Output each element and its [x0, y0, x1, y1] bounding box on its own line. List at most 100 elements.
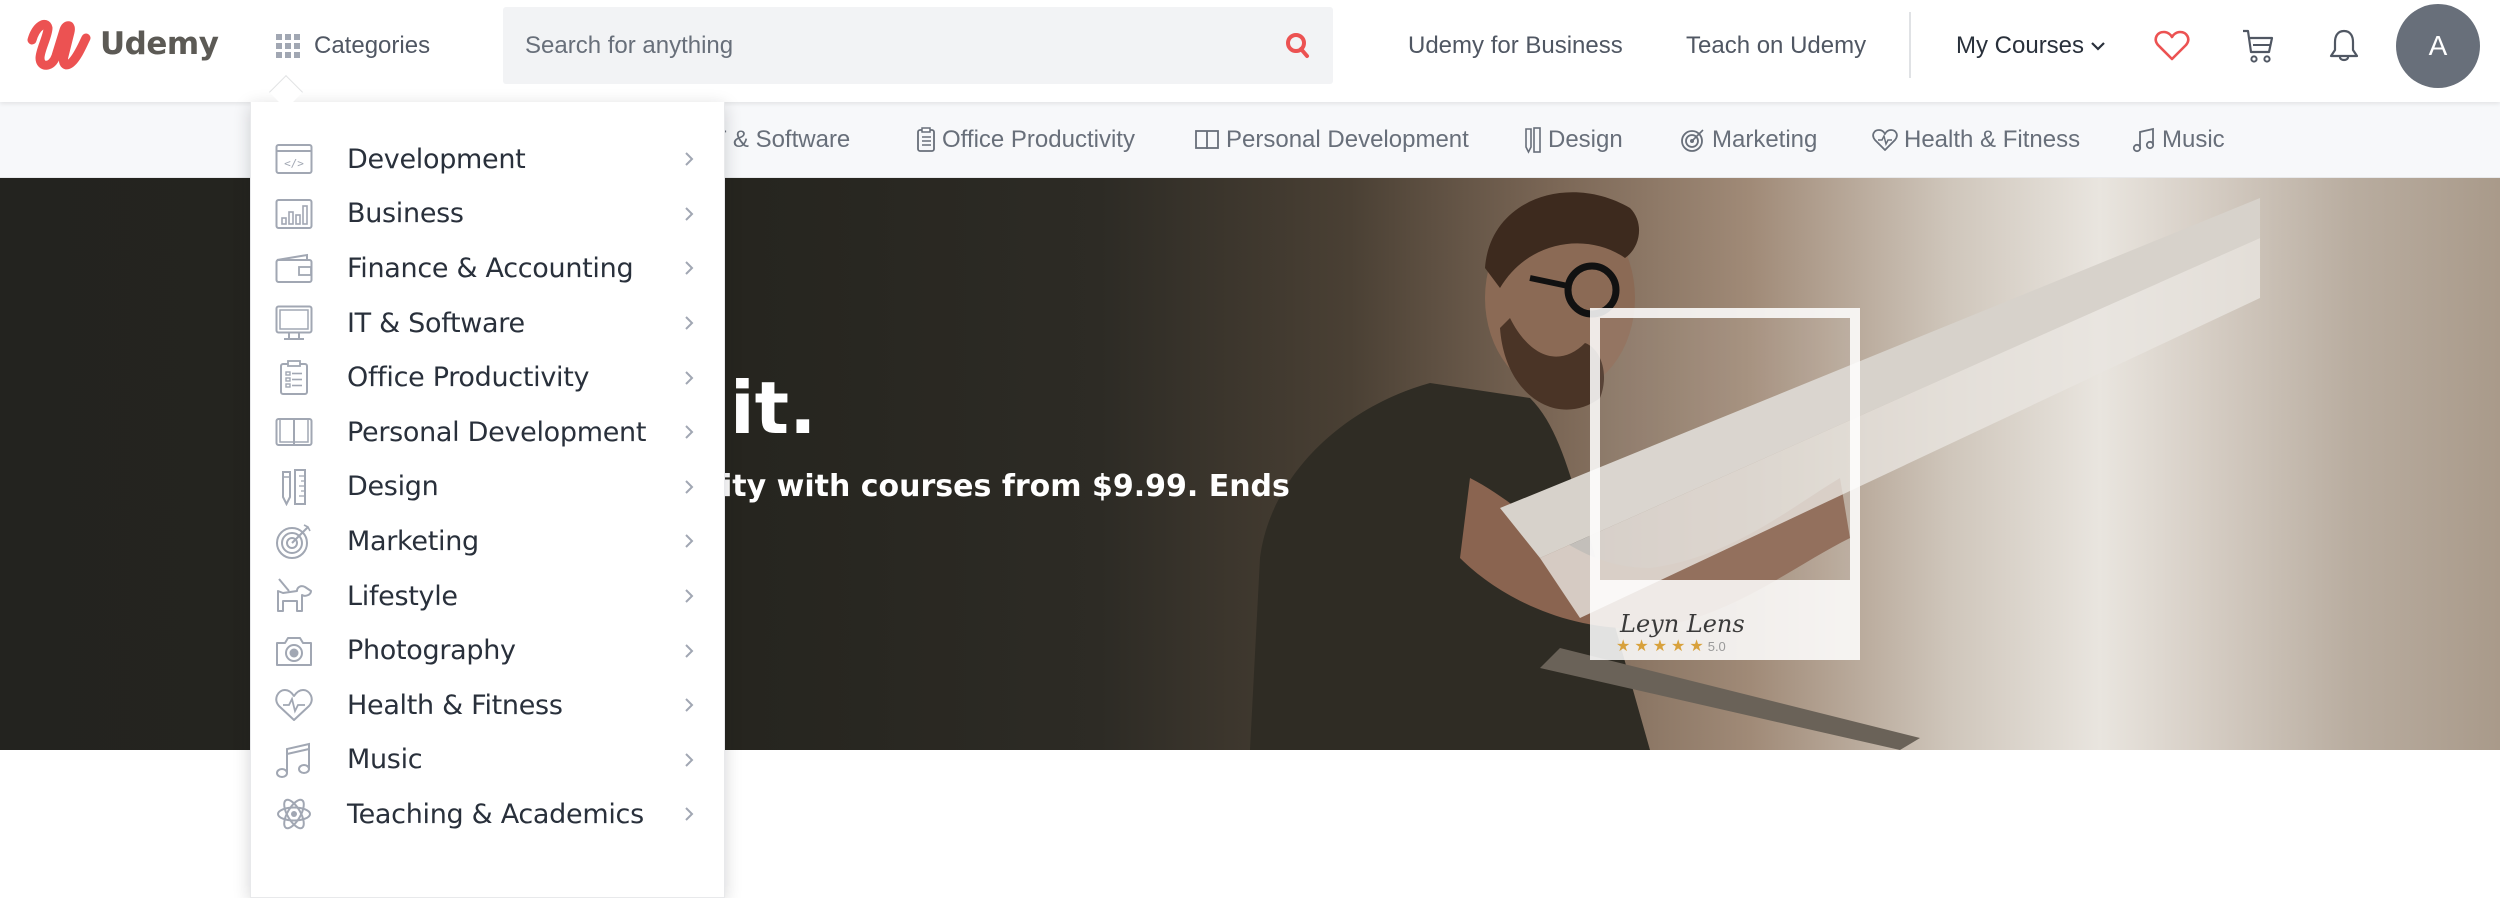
top-header: Udemy Categories Udemy for Business Teac…: [0, 0, 2500, 102]
category-item-it-software[interactable]: IT & Software: [251, 296, 724, 351]
subnav-item-label: Personal Development: [1226, 126, 1469, 153]
category-label: Photography: [347, 635, 516, 667]
music-note-icon: [2132, 127, 2155, 153]
clipboard-icon: [275, 359, 313, 397]
polaroid-card: Leyn Lens ★ ★ ★ ★ ★ 5.0: [1590, 308, 1860, 660]
code-window-icon: </>: [275, 140, 313, 178]
category-label: Lifestyle: [347, 580, 458, 612]
heart-pulse-icon: [1872, 129, 1898, 151]
bar-chart-icon: [275, 195, 313, 233]
pencil-ruler-icon: [275, 468, 313, 506]
hero-title: it.: [730, 366, 817, 450]
notifications-button[interactable]: [2322, 22, 2366, 70]
star-icon: ★: [1616, 638, 1631, 655]
atom-icon: [275, 795, 313, 833]
rating-value: 5.0: [1707, 638, 1726, 654]
chevron-right-icon: [685, 207, 694, 221]
target-icon: [275, 522, 313, 560]
music-note-icon: [275, 741, 313, 779]
subnav-item-health-fitness[interactable]: Health & Fitness: [1872, 102, 2080, 178]
category-item-development[interactable]: </> Development: [251, 132, 724, 187]
user-avatar[interactable]: A: [2396, 4, 2480, 88]
chevron-right-icon: [685, 753, 694, 767]
subnav-item-music[interactable]: Music: [2132, 102, 2225, 178]
category-item-health-fitness[interactable]: Health & Fitness: [251, 678, 724, 733]
categories-label: Categories: [314, 32, 431, 59]
clipboard-icon: [917, 127, 935, 152]
chevron-right-icon: [685, 698, 694, 712]
category-item-design[interactable]: Design: [251, 460, 724, 515]
category-item-music[interactable]: Music: [251, 733, 724, 788]
categories-button[interactable]: Categories: [276, 22, 430, 70]
bell-icon: [2329, 29, 2359, 62]
udemy-for-business-link[interactable]: Udemy for Business: [1408, 26, 1623, 66]
chevron-down-icon: [2091, 42, 2105, 51]
wallet-icon: [275, 249, 313, 287]
category-item-office-productivity[interactable]: Office Productivity: [251, 350, 724, 405]
categories-dropdown: </> Development Business Finance & Accou…: [250, 102, 725, 898]
camera-icon: [275, 632, 313, 670]
subnav-item-it-software[interactable]: T & Software: [712, 102, 850, 178]
chevron-right-icon: [685, 480, 694, 494]
cart-icon: [2243, 29, 2274, 63]
star-icon: ★: [1689, 638, 1704, 655]
category-item-finance-accounting[interactable]: Finance & Accounting: [251, 241, 724, 296]
book-icon: [1195, 130, 1219, 149]
subnav-item-label: Health & Fitness: [1904, 126, 2081, 153]
pencil-ruler-icon: [1525, 127, 1541, 154]
svg-text:</>: </>: [284, 157, 304, 170]
subnav-item-design[interactable]: Design: [1524, 102, 1623, 178]
my-courses-button[interactable]: My Courses: [1956, 26, 2106, 66]
category-label: Marketing: [347, 525, 479, 557]
target-icon: [1681, 129, 1704, 152]
logo-text: Udemy: [100, 26, 219, 62]
grid-icon: [276, 34, 300, 58]
udemy-logo[interactable]: Udemy: [26, 16, 219, 72]
polaroid-signature: Leyn Lens: [1620, 610, 1745, 638]
chevron-right-icon: [685, 425, 694, 439]
category-item-marketing[interactable]: Marketing: [251, 514, 724, 569]
subnav-item-personal-development[interactable]: Personal Development: [1194, 102, 1469, 178]
category-label: Development: [347, 143, 526, 175]
chevron-right-icon: [685, 534, 694, 549]
book-icon: [275, 413, 313, 451]
star-icon: ★: [1671, 638, 1686, 655]
monitor-icon: [275, 304, 313, 342]
search-button[interactable]: [1263, 7, 1333, 84]
avatar-initial: A: [2428, 30, 2448, 61]
category-label: Music: [347, 744, 423, 776]
teach-on-udemy-link[interactable]: Teach on Udemy: [1686, 26, 1866, 66]
subnav-item-label: Marketing: [1712, 126, 1818, 153]
polaroid-rating: ★ ★ ★ ★ ★ 5.0: [1616, 636, 1726, 656]
chevron-right-icon: [685, 370, 694, 385]
category-label: Personal Development: [347, 416, 647, 448]
chevron-right-icon: [685, 643, 694, 658]
cart-button[interactable]: [2236, 22, 2280, 70]
category-item-personal-development[interactable]: Personal Development: [251, 405, 724, 460]
subnav-item-label: Office Productivity: [942, 126, 1135, 153]
chevron-right-icon: [685, 589, 694, 603]
star-icon: ★: [1634, 638, 1649, 655]
category-label: IT & Software: [347, 307, 525, 339]
hero-subtitle: ity with courses from $9.99. Ends: [722, 469, 1290, 504]
subnav-item-marketing[interactable]: Marketing: [1680, 102, 1817, 178]
category-item-photography[interactable]: Photography: [251, 623, 724, 678]
category-label: Finance & Accounting: [347, 252, 634, 284]
subnav-item-office-productivity[interactable]: Office Productivity: [916, 102, 1135, 178]
subnav-item-label: T & Software: [712, 126, 851, 153]
search-icon: [1286, 32, 1309, 58]
subnav-item-label: Music: [2162, 126, 2225, 153]
category-item-teaching-academics[interactable]: Teaching & Academics: [251, 787, 724, 842]
chevron-right-icon: [685, 316, 694, 330]
search-bar: [503, 7, 1333, 84]
category-item-lifestyle[interactable]: Lifestyle: [251, 569, 724, 624]
category-item-business[interactable]: Business: [251, 187, 724, 242]
heart-pulse-icon: [275, 686, 313, 724]
star-icon: ★: [1652, 638, 1668, 655]
search-input[interactable]: [503, 7, 1263, 84]
category-label: Office Productivity: [347, 362, 590, 394]
chevron-right-icon: [685, 152, 694, 167]
udemy-logo-icon: [27, 20, 91, 70]
heart-icon: [2154, 30, 2190, 61]
wishlist-button[interactable]: [2150, 22, 2194, 70]
